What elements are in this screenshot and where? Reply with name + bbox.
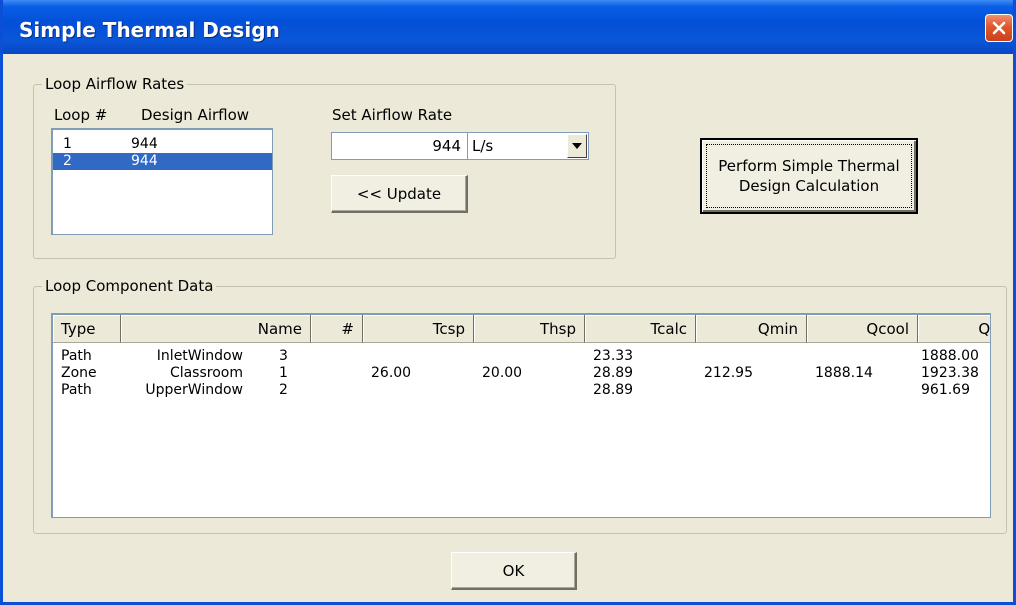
ok-button[interactable]: OK — [451, 552, 577, 590]
cell-name: UpperWindow — [145, 382, 243, 398]
cell-number: 3 — [279, 348, 288, 364]
cell-number: 2 — [279, 382, 288, 398]
cell-qmin: 212.95 — [704, 365, 753, 381]
close-x-icon — [992, 21, 1006, 35]
loop-airflow-group-label: Loop Airflow Rates — [42, 75, 188, 93]
column-header-qcalc[interactable]: Qcalc — [918, 315, 990, 343]
table-row[interactable]: Path InletWindow 3 23.33 1888.00 — [53, 348, 990, 365]
dropdown-button[interactable] — [567, 134, 587, 158]
cell-tcsp: 26.00 — [371, 365, 412, 381]
focus-ring — [706, 144, 912, 208]
cell-qcalc: 1923.38 — [921, 365, 979, 381]
cell-qcool: 1888.14 — [815, 365, 873, 381]
table-header: Type Name # Tcsp Thsp Tcalc Qmin Qcool Q… — [53, 315, 990, 343]
column-header-thsp[interactable]: Thsp — [474, 315, 585, 343]
list-item[interactable]: 1 944 — [53, 136, 272, 153]
table-row[interactable]: Path UpperWindow 2 28.89 961.69 — [53, 382, 990, 399]
loop-number-header: Loop # — [54, 106, 108, 124]
design-airflow-value: 944 — [131, 153, 158, 169]
dialog-window: Simple Thermal Design Loop Airflow Rates… — [0, 0, 1016, 605]
table-row[interactable]: Zone Classroom 1 26.00 20.00 28.89 212.9… — [53, 365, 990, 382]
chevron-down-icon — [572, 143, 582, 149]
airflow-unit-select[interactable]: L/s — [467, 132, 589, 160]
airflow-unit-value: L/s — [472, 137, 494, 155]
cell-type: Zone — [61, 365, 97, 381]
list-item-selected[interactable]: 2 944 — [53, 153, 272, 170]
loop-number: 1 — [63, 136, 72, 152]
cell-qcalc: 1888.00 — [921, 348, 979, 364]
component-table[interactable]: Type Name # Tcsp Thsp Tcalc Qmin Qcool Q… — [51, 313, 991, 518]
loop-number: 2 — [63, 153, 72, 169]
loop-airflow-list[interactable]: 1 944 2 944 — [51, 128, 273, 235]
cell-tcalc: 28.89 — [593, 365, 634, 381]
design-airflow-header: Design Airflow — [141, 106, 250, 124]
window-title: Simple Thermal Design — [19, 18, 280, 42]
cell-thsp: 20.00 — [482, 365, 523, 381]
column-header-qcool[interactable]: Qcool — [807, 315, 918, 343]
cell-tcalc: 28.89 — [593, 382, 634, 398]
cell-tcalc: 23.33 — [593, 348, 634, 364]
cell-name: Classroom — [169, 365, 243, 381]
cell-number: 1 — [279, 365, 288, 381]
cell-type: Path — [61, 348, 92, 364]
column-header-qmin[interactable]: Qmin — [696, 315, 807, 343]
column-header-type[interactable]: Type — [53, 315, 121, 343]
airflow-rate-input[interactable]: 944 — [331, 132, 468, 160]
close-button[interactable] — [985, 14, 1013, 42]
column-header-tcalc[interactable]: Tcalc — [585, 315, 696, 343]
cell-type: Path — [61, 382, 92, 398]
set-airflow-rate-label: Set Airflow Rate — [332, 106, 453, 124]
cell-name: InletWindow — [156, 348, 243, 364]
column-header-number[interactable]: # — [311, 315, 363, 343]
column-header-name[interactable]: Name — [121, 315, 311, 343]
column-header-tcsp[interactable]: Tcsp — [363, 315, 474, 343]
perform-calculation-button[interactable]: Perform Simple Thermal Design Calculatio… — [700, 138, 918, 214]
cell-qcalc: 961.69 — [921, 382, 970, 398]
loop-component-group-label: Loop Component Data — [42, 277, 217, 295]
title-bar[interactable]: Simple Thermal Design — [3, 0, 1013, 54]
design-airflow-value: 944 — [131, 136, 158, 152]
update-button[interactable]: << Update — [331, 175, 468, 213]
